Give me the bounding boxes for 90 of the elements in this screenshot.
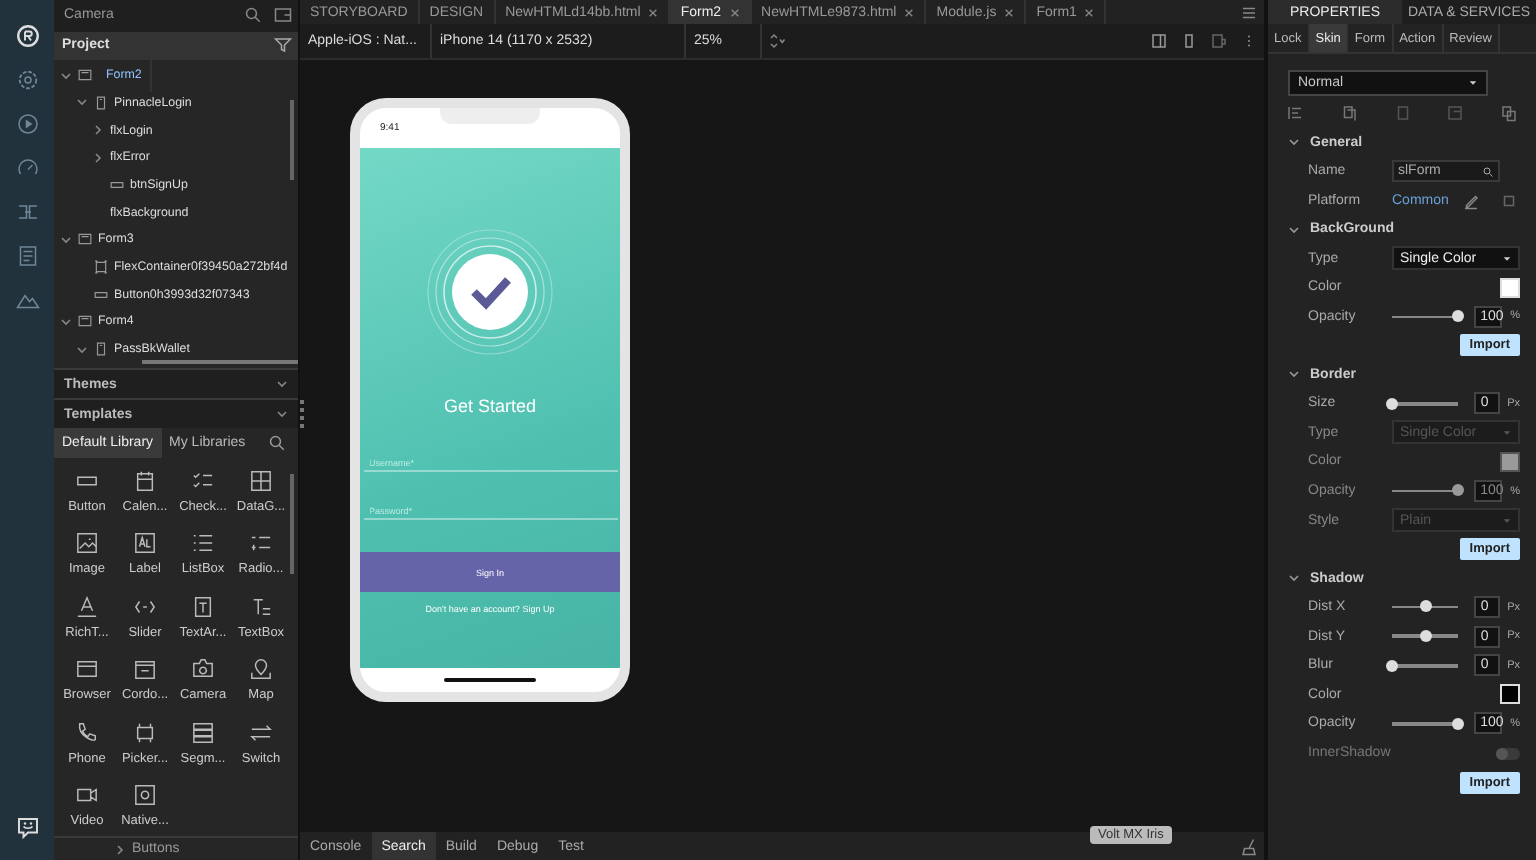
- switch-icon[interactable]: [250, 721, 272, 744]
- caret-icon[interactable]: [76, 96, 88, 109]
- settings-icon[interactable]: [15, 68, 39, 92]
- container-icon: [94, 260, 108, 275]
- resize-handle[interactable]: [300, 400, 308, 428]
- copy-icon[interactable]: [1339, 103, 1358, 121]
- caret-icon[interactable]: [60, 69, 72, 82]
- pencil-icon[interactable]: [1462, 191, 1481, 210]
- button-icon: [94, 287, 108, 302]
- list-icon[interactable]: [192, 532, 214, 555]
- caret-icon[interactable]: [92, 124, 104, 137]
- document-icon[interactable]: [15, 244, 39, 268]
- radio-icon[interactable]: [250, 532, 272, 555]
- caret-icon[interactable]: [60, 315, 72, 328]
- slider-icon[interactable]: [134, 595, 156, 618]
- panel-icon[interactable]: [274, 6, 292, 25]
- check-circle-icon: [426, 228, 554, 356]
- camera-icon[interactable]: [192, 658, 214, 681]
- textbox-icon[interactable]: [250, 595, 272, 618]
- stepper-icon[interactable]: [768, 32, 786, 50]
- caret-icon[interactable]: [114, 843, 126, 856]
- form-icon: [78, 314, 92, 329]
- duplicate-icon[interactable]: [1500, 103, 1518, 121]
- scrollbar[interactable]: [290, 473, 294, 574]
- scrollbar[interactable]: [142, 360, 298, 365]
- close-icon[interactable]: [1004, 7, 1015, 17]
- chevron-icon: [276, 378, 288, 391]
- slider-thumb[interactable]: [1419, 629, 1432, 642]
- filter-icon[interactable]: [274, 36, 292, 55]
- label-icon[interactable]: [134, 532, 156, 555]
- slider-thumb[interactable]: [1386, 397, 1398, 409]
- phone-icon[interactable]: [76, 721, 98, 744]
- close-icon[interactable]: [729, 7, 740, 17]
- caret-icon[interactable]: [76, 343, 88, 356]
- textarea-icon[interactable]: [192, 595, 214, 618]
- caret-icon[interactable]: [1288, 572, 1300, 585]
- browser-icon[interactable]: [76, 658, 98, 681]
- scrollbar[interactable]: [290, 99, 294, 180]
- notch: [440, 108, 540, 124]
- search-icon[interactable]: [244, 6, 262, 25]
- form-icon: [78, 232, 92, 247]
- button-icon: [110, 177, 124, 192]
- page-icon: [94, 95, 108, 110]
- tablet-icon[interactable]: [1150, 32, 1168, 50]
- close-icon[interactable]: [1084, 7, 1095, 17]
- play-icon[interactable]: [15, 112, 39, 136]
- components-icon[interactable]: [15, 200, 39, 224]
- logo-icon[interactable]: [15, 24, 39, 48]
- map-icon[interactable]: [250, 658, 272, 681]
- picker-icon[interactable]: [134, 721, 156, 744]
- dropdown-arrow-icon: [1502, 253, 1512, 264]
- caret-icon[interactable]: [1288, 136, 1300, 149]
- richtext-icon[interactable]: [76, 595, 98, 618]
- dropdown-arrow-icon: [1502, 515, 1512, 526]
- slider-thumb[interactable]: [1419, 600, 1432, 613]
- caret-icon[interactable]: [60, 233, 72, 246]
- caret-icon[interactable]: [1288, 223, 1300, 236]
- dropdown-arrow-icon: [1502, 427, 1512, 438]
- image-icon[interactable]: [76, 532, 98, 555]
- page-icon: [94, 342, 108, 357]
- segment-icon[interactable]: [192, 721, 214, 744]
- expand-icon[interactable]: [1500, 191, 1519, 210]
- toggle-switch[interactable]: [1496, 747, 1520, 760]
- search-icon[interactable]: [1482, 165, 1494, 178]
- dropdown-arrow-icon: [1468, 78, 1478, 88]
- gauge-icon[interactable]: [15, 156, 39, 180]
- calendar-icon[interactable]: [134, 469, 156, 492]
- home-indicator: [444, 678, 536, 682]
- caret-icon[interactable]: [1288, 368, 1300, 381]
- cordova-icon[interactable]: [134, 658, 156, 681]
- native-icon[interactable]: [134, 784, 156, 807]
- slider-thumb[interactable]: [1452, 310, 1465, 323]
- checklist-icon[interactable]: [192, 469, 214, 492]
- screen-title: Get Started: [443, 396, 537, 416]
- chevron-icon: [276, 408, 288, 421]
- caret-icon[interactable]: [92, 151, 104, 164]
- slider-thumb[interactable]: [1452, 717, 1465, 730]
- search-icon[interactable]: [268, 433, 286, 452]
- close-icon[interactable]: [904, 7, 915, 17]
- phone-icon[interactable]: [1180, 32, 1198, 50]
- align-icon[interactable]: [1286, 103, 1304, 121]
- grid-icon[interactable]: [250, 469, 272, 492]
- slider-thumb[interactable]: [1386, 659, 1398, 672]
- device-icon[interactable]: [1210, 32, 1228, 50]
- close-icon[interactable]: [648, 7, 659, 17]
- menu-icon[interactable]: [1240, 3, 1258, 21]
- broom-icon[interactable]: [1240, 837, 1258, 855]
- form-icon: [78, 68, 92, 83]
- video-icon[interactable]: [76, 784, 98, 807]
- feedback-icon[interactable]: [15, 816, 39, 840]
